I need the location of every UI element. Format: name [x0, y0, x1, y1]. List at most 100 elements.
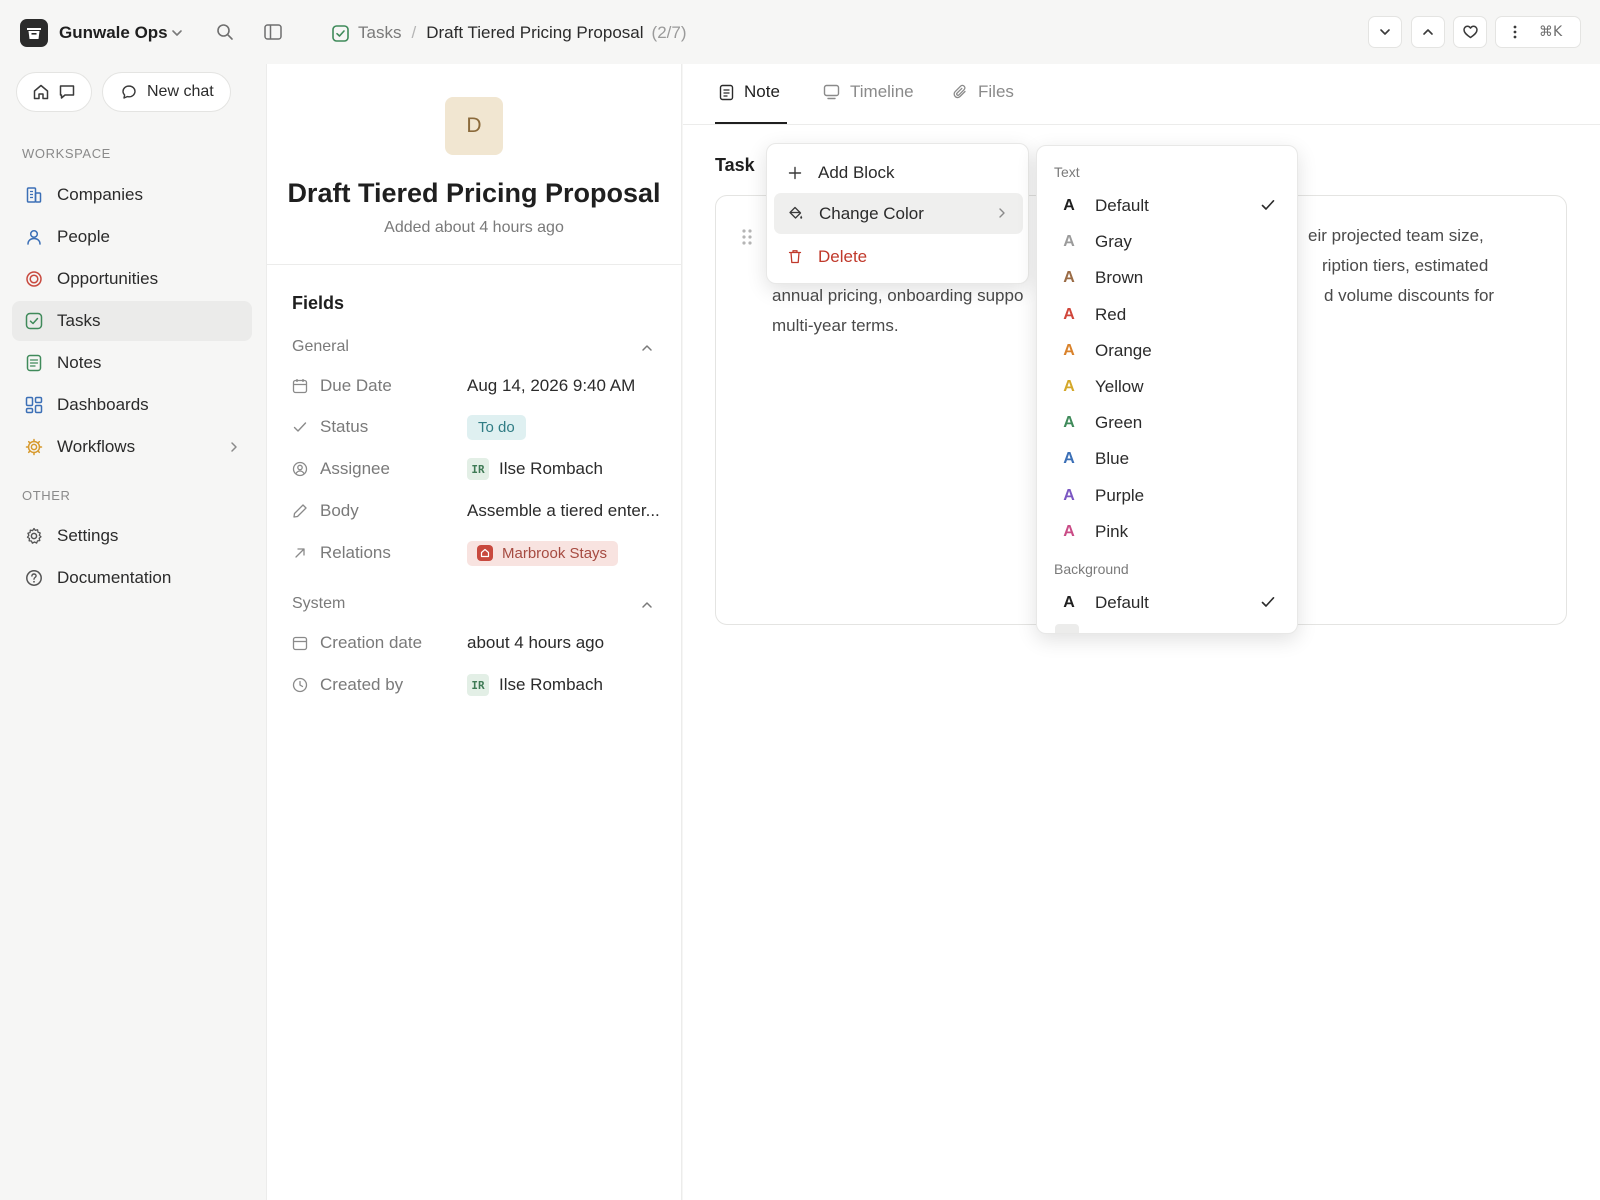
dashboard-icon [24, 395, 44, 415]
sidebar-item-dashboards[interactable]: Dashboards [12, 385, 252, 425]
field-label: Creation date [320, 633, 423, 652]
text-color-pink-option[interactable]: A Pink [1045, 515, 1291, 549]
text-color-red-option[interactable]: A Red [1045, 298, 1291, 332]
arrow-up-right-icon [292, 545, 308, 561]
record-avatar[interactable]: D [445, 97, 503, 155]
sidebar-item-notes[interactable]: Notes [12, 343, 252, 383]
workspace-logo-icon[interactable] [20, 19, 48, 47]
field-label: Body [320, 501, 359, 520]
divider [267, 264, 681, 265]
field-due-date[interactable]: Due Date Aug 14, 2026 9:40 AM [292, 371, 662, 401]
sidebar-item-people[interactable]: People [12, 217, 252, 257]
field-body[interactable]: Body Assemble a tiered enter... [292, 496, 662, 526]
editor-text-fragment: eir projected team size, [1308, 226, 1484, 245]
chevron-up-icon [1423, 29, 1433, 35]
chevron-right-icon[interactable] [228, 440, 240, 454]
text-color-default-option[interactable]: A Default [1045, 189, 1291, 223]
background-color-default-option[interactable]: A Default [1045, 586, 1291, 620]
sidebar-item-companies[interactable]: Companies [12, 175, 252, 215]
text-color-purple-option[interactable]: A Purple [1045, 479, 1291, 513]
more-options-button[interactable]: ⌘K [1495, 16, 1581, 48]
color-glyph-icon: A [1063, 486, 1075, 504]
clock-icon [292, 677, 308, 693]
assignee-name[interactable]: Ilse Rombach [499, 459, 603, 479]
field-created-by[interactable]: Created by IR Ilse Rombach [292, 670, 662, 700]
breadcrumb-current: Draft Tiered Pricing Proposal [426, 23, 644, 42]
target-icon [24, 269, 44, 289]
text-color-green-option[interactable]: A Green [1045, 406, 1291, 440]
building-icon [24, 185, 44, 205]
field-creation-date[interactable]: Creation date about 4 hours ago [292, 628, 662, 658]
previous-record-button[interactable] [1411, 16, 1445, 48]
color-option-label: Red [1095, 304, 1127, 324]
delete-menu-item[interactable]: Delete [774, 236, 1023, 277]
color-glyph-icon: A [1063, 197, 1075, 214]
field-value[interactable]: Aug 14, 2026 9:40 AM [467, 376, 635, 396]
person-icon [24, 227, 44, 247]
more-vertical-icon [1513, 25, 1517, 39]
check-icon [1261, 199, 1275, 211]
text-color-brown-option[interactable]: A Brown [1045, 261, 1291, 295]
breadcrumb-separator: / [411, 23, 417, 42]
chat-icon[interactable] [58, 83, 76, 101]
creator-name[interactable]: Ilse Rombach [499, 675, 603, 695]
sidebar-item-settings[interactable]: Settings [12, 516, 252, 556]
field-value[interactable]: Assemble a tiered enter... [467, 501, 660, 521]
chevron-down-icon[interactable] [170, 26, 184, 40]
relation-label: Marbrook Stays [502, 544, 608, 562]
chevron-up-icon[interactable] [640, 341, 654, 355]
sidebar-item-label: Companies [57, 185, 143, 204]
sidebar-item-documentation[interactable]: Documentation [12, 558, 252, 598]
next-record-button[interactable] [1368, 16, 1402, 48]
color-option-label: Default [1095, 196, 1149, 215]
color-glyph-icon: A [1063, 341, 1075, 359]
record-detail-panel: D Draft Tiered Pricing Proposal Added ab… [266, 64, 682, 1200]
text-color-section-label: Text [1054, 164, 1080, 180]
sidebar-item-workflows[interactable]: Workflows [12, 427, 252, 467]
new-chat-button[interactable]: New chat [102, 72, 231, 112]
text-color-orange-option[interactable]: A Orange [1045, 334, 1291, 368]
tab-files[interactable]: Files [953, 82, 1014, 102]
system-group-label[interactable]: System [292, 595, 345, 613]
field-assignee[interactable]: Assignee IR Ilse Rombach [292, 454, 662, 484]
help-icon [24, 568, 44, 588]
chevron-up-icon[interactable] [640, 598, 654, 612]
text-color-blue-option[interactable]: A Blue [1045, 442, 1291, 476]
home-icon[interactable] [32, 83, 50, 101]
settings-icon [24, 526, 44, 546]
add-block-menu-item[interactable]: Add Block [774, 152, 1023, 193]
breadcrumb-parent[interactable]: Tasks [358, 23, 401, 43]
color-swatch[interactable] [1055, 624, 1079, 633]
field-label: Due Date [320, 376, 392, 395]
sidebar-item-label: Opportunities [57, 269, 159, 288]
workspace-name[interactable]: Gunwale Ops [59, 23, 168, 43]
text-color-yellow-option[interactable]: A Yellow [1045, 370, 1291, 404]
text-color-gray-option[interactable]: A Gray [1045, 225, 1291, 259]
drag-handle-icon[interactable] [741, 228, 753, 246]
change-color-menu-item[interactable]: Change Color [774, 193, 1023, 234]
color-option-label: Blue [1095, 449, 1130, 469]
sidebar-item-label: People [57, 227, 110, 246]
general-group-label[interactable]: General [292, 338, 349, 356]
field-status[interactable]: Status To do [292, 412, 662, 442]
top-bar: Gunwale Ops Tasks / Draft Tiered Pricing… [0, 0, 1600, 64]
sidebar-item-label: Dashboards [57, 395, 149, 414]
timeline-icon [823, 84, 840, 100]
sidebar: New chat WORKSPACE Companies People Oppo… [0, 64, 266, 1200]
tab-timeline[interactable]: Timeline [823, 82, 914, 102]
status-badge[interactable]: To do [467, 414, 526, 440]
sidebar-item-opportunities[interactable]: Opportunities [12, 259, 252, 299]
field-relations[interactable]: Relations Marbrook Stays [292, 538, 662, 568]
checkbox-icon [24, 311, 44, 331]
search-icon[interactable] [216, 23, 234, 41]
sidebar-item-label: Documentation [57, 568, 172, 587]
fields-heading: Fields [292, 293, 345, 313]
relation-chip[interactable]: Marbrook Stays [467, 540, 619, 566]
sidebar-toggle-icon[interactable] [264, 24, 282, 40]
record-title[interactable]: Draft Tiered Pricing Proposal [267, 178, 681, 209]
tab-note[interactable]: Note [719, 82, 780, 102]
tab-label: Note [744, 82, 780, 101]
favorite-button[interactable] [1453, 16, 1487, 48]
background-color-section-label: Background [1054, 561, 1129, 577]
sidebar-item-tasks[interactable]: Tasks [12, 301, 252, 341]
